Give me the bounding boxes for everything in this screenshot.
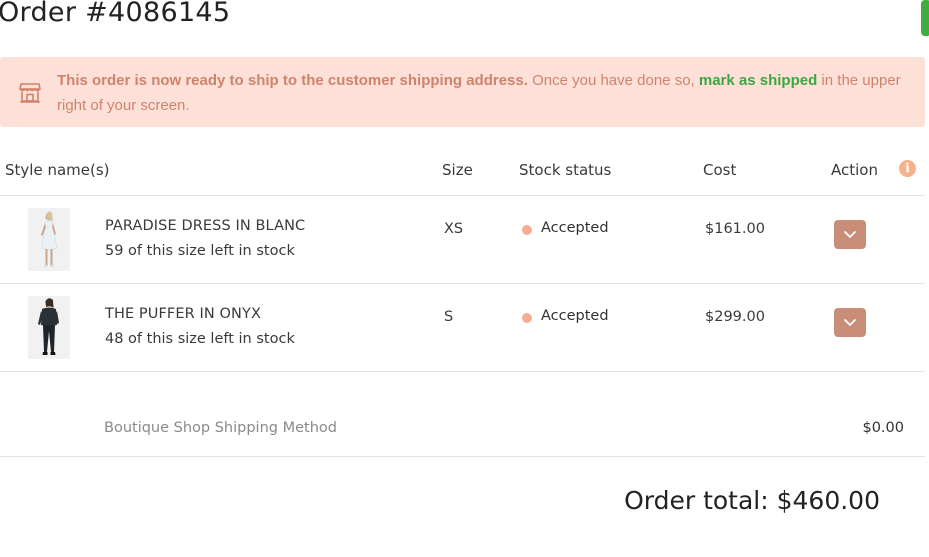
store-icon xyxy=(19,83,41,103)
mark-as-shipped-link[interactable]: mark as shipped xyxy=(699,72,817,89)
banner-message: This order is now ready to ship to the c… xyxy=(57,68,912,118)
divider xyxy=(0,456,925,457)
stock-status: Accepted xyxy=(541,308,609,324)
banner-bold-text: This order is now ready to ship to the c… xyxy=(57,72,528,89)
action-dropdown-button[interactable] xyxy=(834,220,866,249)
green-corner-tab xyxy=(921,0,929,36)
header-style-names: Style name(s) xyxy=(5,161,110,179)
item-cost: $299.00 xyxy=(705,309,765,325)
item-stock-left: 59 of this size left in stock xyxy=(105,243,295,259)
item-stock-left: 48 of this size left in stock xyxy=(105,331,295,347)
chevron-down-icon xyxy=(844,319,856,326)
order-total: Order total: $460.00 xyxy=(624,486,880,515)
product-thumbnail-dress[interactable] xyxy=(28,208,70,271)
action-dropdown-button[interactable] xyxy=(834,308,866,337)
item-cost: $161.00 xyxy=(705,221,765,237)
info-icon[interactable]: i xyxy=(899,160,916,177)
table-row: PARADISE DRESS IN BLANC 59 of this size … xyxy=(0,196,925,284)
item-size: S xyxy=(444,309,454,325)
header-size: Size xyxy=(442,161,473,179)
table-row: THE PUFFER IN ONYX 48 of this size left … xyxy=(0,284,925,372)
banner-text-before-link: Once you have done so, xyxy=(527,72,699,89)
item-name: PARADISE DRESS IN BLANC xyxy=(105,218,306,234)
status-dot-icon xyxy=(522,225,532,235)
header-action: Action xyxy=(831,161,878,179)
product-thumbnail-puffer[interactable] xyxy=(28,296,70,359)
stock-status: Accepted xyxy=(541,220,609,236)
item-name: THE PUFFER IN ONYX xyxy=(105,306,261,322)
shipping-method: Boutique Shop Shipping Method xyxy=(104,420,337,436)
chevron-down-icon xyxy=(844,231,856,238)
status-dot-icon xyxy=(522,313,532,323)
shipping-cost: $0.00 xyxy=(862,420,904,436)
header-stock-status: Stock status xyxy=(519,161,612,179)
ready-to-ship-banner: This order is now ready to ship to the c… xyxy=(0,57,925,127)
page-title: Order #4086145 xyxy=(0,0,231,28)
divider xyxy=(0,371,925,372)
item-size: XS xyxy=(444,221,464,237)
header-cost: Cost xyxy=(703,161,737,179)
